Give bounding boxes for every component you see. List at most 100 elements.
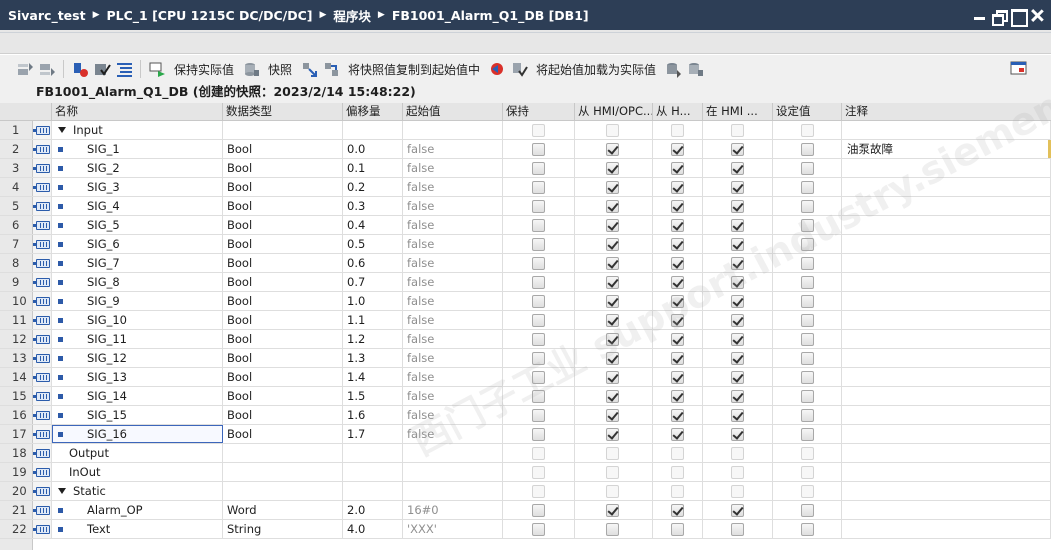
accessible-hmi-opc-checkbox[interactable] bbox=[606, 295, 619, 308]
data-type-cell[interactable]: String bbox=[223, 520, 343, 538]
initial-value-cell[interactable]: false bbox=[403, 425, 503, 443]
setpoint-checkbox[interactable] bbox=[801, 257, 814, 270]
writable-hmi-checkbox[interactable] bbox=[671, 295, 684, 308]
snapshot-button[interactable]: 快照 bbox=[268, 61, 292, 78]
tag-name[interactable]: SIG_15 bbox=[87, 408, 127, 422]
tag-name-cell[interactable]: SIG_15 bbox=[52, 406, 223, 424]
table-row[interactable]: 18 Output bbox=[0, 444, 1051, 463]
header-visible-in-hmi[interactable]: 在 HMI ... bbox=[703, 103, 773, 121]
accessible-hmi-opc-checkbox[interactable] bbox=[606, 238, 619, 251]
table-row[interactable]: 1 Input bbox=[0, 121, 1051, 140]
restore-icon[interactable] bbox=[992, 9, 1008, 26]
tag-name-cell[interactable]: SIG_11 bbox=[52, 330, 223, 348]
setpoint-checkbox[interactable] bbox=[801, 314, 814, 327]
writable-hmi-checkbox[interactable] bbox=[671, 485, 684, 498]
retain-checkbox[interactable] bbox=[532, 504, 545, 517]
visible-hmi-checkbox[interactable] bbox=[731, 276, 744, 289]
data-type-cell[interactable]: Bool bbox=[223, 349, 343, 367]
breadcrumb-project[interactable]: Sivarc_test bbox=[8, 8, 86, 23]
expand-triangle-icon[interactable] bbox=[58, 127, 66, 133]
table-row[interactable]: 19 InOut bbox=[0, 463, 1051, 482]
accessible-hmi-opc-checkbox[interactable] bbox=[606, 333, 619, 346]
setpoint-checkbox[interactable] bbox=[801, 162, 814, 175]
visible-hmi-checkbox[interactable] bbox=[731, 257, 744, 270]
accessible-hmi-opc-checkbox[interactable] bbox=[606, 314, 619, 327]
writable-hmi-checkbox[interactable] bbox=[671, 238, 684, 251]
view-options-icon[interactable] bbox=[1010, 60, 1027, 77]
initial-value-cell[interactable]: false bbox=[403, 235, 503, 253]
comment-cell[interactable] bbox=[842, 273, 1051, 291]
visible-hmi-checkbox[interactable] bbox=[731, 409, 744, 422]
tag-name[interactable]: SIG_16 bbox=[87, 427, 127, 441]
retain-checkbox[interactable] bbox=[532, 333, 545, 346]
initial-value-cell[interactable]: false bbox=[403, 368, 503, 386]
comment-cell[interactable] bbox=[842, 254, 1051, 272]
reset-start-values-icon[interactable] bbox=[72, 61, 89, 78]
initial-value-cell[interactable]: false bbox=[403, 178, 503, 196]
visible-hmi-checkbox[interactable] bbox=[731, 143, 744, 156]
retain-checkbox[interactable] bbox=[532, 447, 545, 460]
table-row[interactable]: 16 SIG_15 Bool 1.6 false bbox=[0, 406, 1051, 425]
data-type-cell[interactable]: Bool bbox=[223, 368, 343, 386]
data-type-cell[interactable] bbox=[223, 444, 343, 462]
tag-name[interactable]: SIG_13 bbox=[87, 370, 127, 384]
setpoint-checkbox[interactable] bbox=[801, 390, 814, 403]
tag-name[interactable]: SIG_4 bbox=[87, 199, 120, 213]
setpoint-checkbox[interactable] bbox=[801, 238, 814, 251]
initial-value-cell[interactable]: 16#0 bbox=[403, 501, 503, 519]
accessible-hmi-opc-checkbox[interactable] bbox=[606, 181, 619, 194]
tag-name[interactable]: SIG_6 bbox=[87, 237, 120, 251]
setpoint-checkbox[interactable] bbox=[801, 447, 814, 460]
comment-cell[interactable] bbox=[842, 197, 1051, 215]
header-writable-from-hmi[interactable]: 从 H... bbox=[653, 103, 703, 121]
comment-cell[interactable] bbox=[842, 178, 1051, 196]
initial-value-cell[interactable]: false bbox=[403, 292, 503, 310]
accessible-hmi-opc-checkbox[interactable] bbox=[606, 371, 619, 384]
tag-name[interactable]: SIG_11 bbox=[87, 332, 127, 346]
tag-name-cell[interactable]: SIG_8 bbox=[52, 273, 223, 291]
tag-name-cell[interactable]: InOut bbox=[52, 463, 223, 481]
snapshot-load-icon[interactable] bbox=[323, 61, 340, 78]
setpoint-checkbox[interactable] bbox=[801, 200, 814, 213]
writable-hmi-checkbox[interactable] bbox=[671, 276, 684, 289]
accessible-hmi-opc-checkbox[interactable] bbox=[606, 485, 619, 498]
writable-hmi-checkbox[interactable] bbox=[671, 162, 684, 175]
header-comment[interactable]: 注释 bbox=[842, 103, 1051, 121]
comment-cell[interactable] bbox=[842, 330, 1051, 348]
accessible-hmi-opc-checkbox[interactable] bbox=[606, 409, 619, 422]
visible-hmi-checkbox[interactable] bbox=[731, 352, 744, 365]
initial-value-cell[interactable] bbox=[403, 463, 503, 481]
table-row[interactable]: 11 SIG_10 Bool 1.1 false bbox=[0, 311, 1051, 330]
retain-checkbox[interactable] bbox=[532, 257, 545, 270]
retain-checkbox[interactable] bbox=[532, 238, 545, 251]
table-row[interactable]: 9 SIG_8 Bool 0.7 false bbox=[0, 273, 1051, 292]
initial-value-cell[interactable]: false bbox=[403, 254, 503, 272]
visible-hmi-checkbox[interactable] bbox=[731, 124, 744, 137]
data-type-cell[interactable]: Bool bbox=[223, 254, 343, 272]
data-type-cell[interactable]: Bool bbox=[223, 178, 343, 196]
setpoint-checkbox[interactable] bbox=[801, 295, 814, 308]
visible-hmi-checkbox[interactable] bbox=[731, 485, 744, 498]
tag-name[interactable]: Static bbox=[73, 484, 106, 498]
load-start-values-as-actual-button[interactable]: 将起始值加载为实际值 bbox=[536, 61, 656, 78]
comment-cell[interactable] bbox=[842, 406, 1051, 424]
accessible-hmi-opc-checkbox[interactable] bbox=[606, 390, 619, 403]
comment-cell[interactable] bbox=[842, 292, 1051, 310]
table-row[interactable]: 22 Text String 4.0 'XXX' bbox=[0, 520, 1051, 539]
retain-checkbox[interactable] bbox=[532, 409, 545, 422]
accessible-hmi-opc-checkbox[interactable] bbox=[606, 466, 619, 479]
initial-value-cell[interactable]: false bbox=[403, 387, 503, 405]
initial-value-cell[interactable]: false bbox=[403, 349, 503, 367]
tag-name[interactable]: SIG_9 bbox=[87, 294, 120, 308]
table-row[interactable]: 5 SIG_4 Bool 0.3 false bbox=[0, 197, 1051, 216]
tag-name[interactable]: Alarm_OP bbox=[87, 503, 143, 517]
accessible-hmi-opc-checkbox[interactable] bbox=[606, 257, 619, 270]
table-row[interactable]: 20 Static bbox=[0, 482, 1051, 501]
table-row[interactable]: 4 SIG_3 Bool 0.2 false bbox=[0, 178, 1051, 197]
tag-name-cell[interactable]: SIG_2 bbox=[52, 159, 223, 177]
data-type-cell[interactable]: Bool bbox=[223, 159, 343, 177]
comment-cell[interactable] bbox=[842, 368, 1051, 386]
comment-cell[interactable] bbox=[842, 501, 1051, 519]
data-type-cell[interactable]: Bool bbox=[223, 387, 343, 405]
initial-value-cell[interactable]: false bbox=[403, 330, 503, 348]
